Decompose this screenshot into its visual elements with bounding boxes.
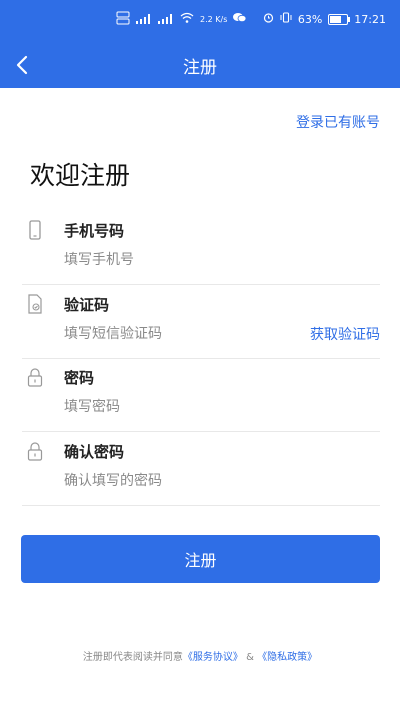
page-title: 注册 bbox=[183, 58, 217, 78]
chat-icon bbox=[233, 12, 247, 26]
login-existing-account-link[interactable]: 登录已有账号 bbox=[296, 112, 380, 132]
vibrate-icon bbox=[280, 12, 292, 26]
code-input[interactable] bbox=[64, 322, 294, 346]
status-bar: 2.2 K/s 63% 17:21 bbox=[0, 0, 400, 40]
phone-label: 手机号码 bbox=[64, 222, 125, 240]
lock-icon bbox=[26, 441, 44, 461]
status-bar-right: 63% 17:21 bbox=[263, 8, 386, 30]
clock: 17:21 bbox=[354, 12, 386, 26]
phone-icon bbox=[26, 220, 44, 240]
nav-bar: 注册 bbox=[0, 40, 400, 88]
agreement-separator: & bbox=[242, 652, 258, 663]
data-speed: 2.2 K/s bbox=[200, 14, 228, 24]
password-field: 密码 bbox=[22, 357, 380, 432]
service-agreement-link[interactable]: 《服务协议》 bbox=[183, 652, 243, 663]
battery-icon bbox=[328, 13, 351, 25]
app-header: 2.2 K/s 63% 17:21 注册 bbox=[0, 0, 400, 88]
status-bar-left: 2.2 K/s bbox=[116, 8, 247, 30]
agreement-text: 注册即代表阅读并同意《服务协议》 & 《隐私政策》 bbox=[0, 648, 400, 663]
wifi-icon bbox=[180, 12, 194, 26]
lock-icon bbox=[26, 367, 44, 387]
code-label: 验证码 bbox=[64, 296, 110, 314]
signal-icon bbox=[158, 14, 174, 24]
alarm-icon bbox=[263, 12, 274, 26]
privacy-policy-link[interactable]: 《隐私政策》 bbox=[257, 652, 317, 663]
password-input[interactable] bbox=[64, 395, 294, 419]
battery-percent: 63% bbox=[297, 12, 323, 26]
code-field: 验证码 获取验证码 bbox=[22, 284, 380, 359]
welcome-heading: 欢迎注册 bbox=[30, 161, 131, 190]
confirm-password-input[interactable] bbox=[64, 469, 294, 493]
password-label: 密码 bbox=[64, 369, 95, 387]
phone-input[interactable] bbox=[64, 248, 294, 272]
agreement-prefix: 注册即代表阅读并同意 bbox=[82, 652, 183, 663]
signal-icon bbox=[136, 14, 152, 24]
phone-field: 手机号码 bbox=[22, 210, 380, 285]
register-button[interactable]: 注册 bbox=[21, 535, 380, 583]
confirm-password-label: 确认密码 bbox=[64, 443, 125, 461]
sms-code-icon bbox=[26, 294, 44, 314]
get-code-button[interactable]: 获取验证码 bbox=[310, 324, 380, 344]
sim-icon bbox=[116, 11, 130, 28]
confirm-password-field: 确认密码 bbox=[22, 431, 380, 506]
